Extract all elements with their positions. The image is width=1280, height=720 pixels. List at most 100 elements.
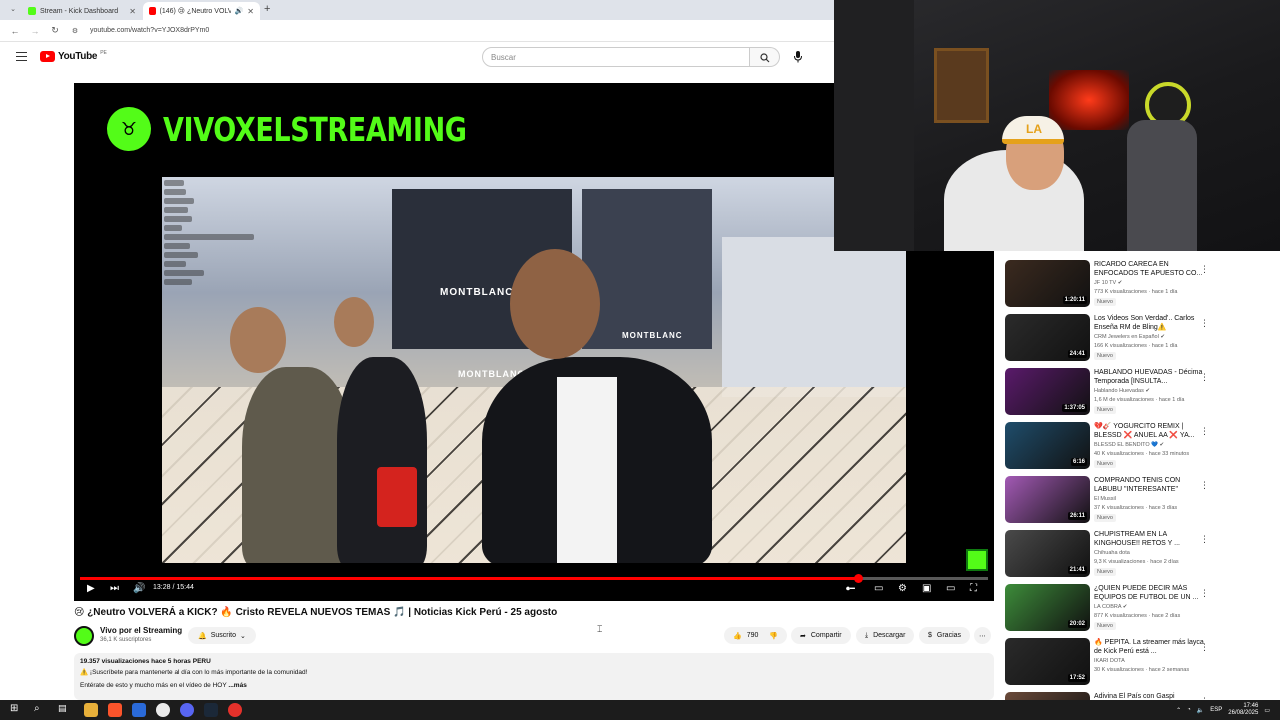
video-title[interactable]: ¿QUIEN PUEDE DECIR MÁS EQUIPOS DE FUTBOL…	[1094, 584, 1209, 602]
new-badge: Nuevo	[1094, 514, 1116, 522]
more-options-icon[interactable]: ⋮	[1200, 480, 1209, 491]
chrome-icon[interactable]	[156, 703, 170, 717]
network-icon[interactable]: ◔	[1187, 707, 1191, 713]
plus-icon[interactable]: +	[264, 3, 270, 15]
brave-browser-icon[interactable]	[108, 703, 122, 717]
forward-icon[interactable]: →	[30, 26, 40, 36]
neon-light	[1049, 70, 1129, 130]
speaker-icon[interactable]: 🔊	[235, 7, 244, 15]
back-icon[interactable]: ←	[10, 26, 20, 36]
download-button[interactable]: ⤓ Descargar	[856, 627, 915, 644]
clock[interactable]: 17:46 26/08/2025	[1228, 703, 1258, 717]
volume-icon[interactable]: 🔊	[133, 583, 145, 595]
fullscreen-icon[interactable]: ⛶	[970, 583, 977, 595]
channel-name[interactable]: Vivo por el Streaming	[100, 626, 182, 635]
clock-time: 17:46	[1243, 703, 1259, 709]
video-title[interactable]: COMPRANDO TENIS CON LABUBU "INTERESANTE"	[1094, 476, 1209, 494]
video-thumbnail[interactable]: 24:41	[1005, 314, 1090, 361]
miniplayer-icon[interactable]: ▣	[922, 583, 931, 595]
play-icon[interactable]: ▶	[87, 583, 95, 595]
shop-sign: MONTBLANC	[622, 331, 683, 340]
windows-start-icon[interactable]: ⊞	[10, 703, 24, 717]
site-info-icon[interactable]: ⚙	[70, 27, 80, 35]
share-button[interactable]: ➦ Compartir	[791, 627, 851, 644]
menu-icon[interactable]	[16, 52, 27, 61]
store-icon[interactable]	[132, 703, 146, 717]
recommendation-item[interactable]: 26:11 COMPRANDO TENIS CON LABUBU "INTERES…	[1005, 476, 1275, 526]
view-count: 773 K visualizaciones · hace 1 día	[1094, 289, 1178, 295]
search-input[interactable]: Buscar	[482, 47, 750, 67]
more-options-icon[interactable]: ⋮	[1200, 372, 1209, 383]
show-more-link[interactable]: ...más	[228, 682, 246, 689]
subtitles-icon[interactable]: ▭	[874, 583, 883, 595]
tab-kick-dashboard[interactable]: Stream - Kick Dashboard ✕	[22, 2, 142, 20]
recommendation-item[interactable]: 21:41 CHUPISTREAM EN LA KINGHOUSE!! RETOS…	[1005, 530, 1275, 580]
more-options-icon[interactable]: ⋮	[1200, 318, 1209, 329]
video-thumbnail[interactable]: 17:52	[1005, 638, 1090, 685]
steam-icon[interactable]	[204, 703, 218, 717]
more-options-icon[interactable]: ⋮	[1200, 534, 1209, 545]
obs-icon[interactable]	[228, 703, 242, 717]
thanks-button[interactable]: $ Gracias	[919, 627, 971, 644]
close-tab-icon[interactable]: ✕	[247, 7, 254, 16]
progress-bar[interactable]	[80, 574, 988, 583]
thumbs-up-icon: 👍	[733, 632, 742, 640]
video-thumbnail[interactable]	[1005, 692, 1090, 700]
discord-icon[interactable]	[180, 703, 194, 717]
task-view-icon[interactable]: ▤	[58, 703, 72, 717]
volume-icon[interactable]: 🔈	[1197, 707, 1204, 714]
like-button[interactable]: 👍 790 👎	[724, 627, 788, 644]
video-duration: 24:41	[1067, 350, 1087, 358]
youtube-logo[interactable]: YouTube PE	[40, 50, 107, 62]
video-title[interactable]: RICARDO CARECA EN ENFOCADOS TE APUESTO C…	[1094, 260, 1209, 278]
more-options-icon[interactable]: ⋮	[1200, 588, 1209, 599]
address-bar: ← → ↻ ⚙ youtube.com/watch?v=YJOX8drPYm0	[0, 20, 834, 42]
video-thumbnail[interactable]: 1:37:05	[1005, 368, 1090, 415]
dislike-icon[interactable]: 👎	[769, 632, 778, 640]
video-thumbnail[interactable]: 6:16	[1005, 422, 1090, 469]
recommendation-item[interactable]: 20:02 ¿QUIEN PUEDE DECIR MÁS EQUIPOS DE F…	[1005, 584, 1275, 634]
theater-mode-icon[interactable]: ▭	[946, 583, 955, 595]
chevron-up-icon[interactable]: ⌃	[1176, 707, 1181, 714]
recommendation-item[interactable]: 1:20:11 RICARDO CARECA EN ENFOCADOS TE AP…	[1005, 260, 1275, 310]
video-thumbnail[interactable]: 21:41	[1005, 530, 1090, 577]
scrubber-handle[interactable]	[854, 574, 864, 583]
more-options-icon[interactable]: ⋮	[1200, 426, 1209, 437]
more-actions-button[interactable]: ⋯	[974, 627, 991, 644]
video-title[interactable]: Adivina El País con Gaspi	[1094, 692, 1209, 700]
recommendation-item[interactable]: 24:41 Los Videos Son Verdad'.. Carlos Ens…	[1005, 314, 1275, 364]
url-field[interactable]: youtube.com/watch?v=YJOX8drPYm0	[90, 27, 209, 34]
video-thumbnail[interactable]: 20:02	[1005, 584, 1090, 631]
settings-icon[interactable]: ⚙	[898, 583, 907, 595]
file-explorer-icon[interactable]	[84, 703, 98, 717]
recommendation-item[interactable]: Adivina El País con Gaspi⋮	[1005, 692, 1275, 700]
notification-icon[interactable]: ▭	[1264, 707, 1270, 714]
tab-youtube-video[interactable]: (146) 😢 ¿Neutro VOLVERÁ 🔊 ✕	[143, 2, 260, 20]
search-icon[interactable]: ⌕	[34, 703, 48, 717]
tray-lang[interactable]: ESP	[1210, 707, 1222, 713]
recommendation-item[interactable]: 17:52 🔥 PEPITA. La streamer más layca de …	[1005, 638, 1275, 688]
recommendation-item[interactable]: 1:37:05 HABLANDO HUEVADAS - Décima Tempor…	[1005, 368, 1275, 418]
microphone-icon[interactable]	[793, 51, 803, 63]
video-thumbnail[interactable]: 1:20:11	[1005, 260, 1090, 307]
channel-avatar[interactable]	[74, 626, 94, 646]
video-title[interactable]: CHUPISTREAM EN LA KINGHOUSE!! RETOS Y ..…	[1094, 530, 1209, 548]
description-box[interactable]: 19.357 visualizaciones hace 5 horas PERU…	[74, 653, 994, 700]
recommendation-item[interactable]: 6:16 💔🎸 YOGURCITO REMIX | BLESSD ❌ ANUEL …	[1005, 422, 1275, 472]
video-title[interactable]: 🔥 PEPITA. La streamer más layca de Kick …	[1094, 638, 1209, 656]
video-title[interactable]: 💔🎸 YOGURCITO REMIX | BLESSD ❌ ANUEL AA ❌…	[1094, 422, 1209, 440]
more-icon: ⋯	[979, 632, 986, 640]
more-options-icon[interactable]: ⋮	[1200, 264, 1209, 275]
video-title[interactable]: HABLANDO HUEVADAS - Décima Temporada [IN…	[1094, 368, 1209, 386]
search-button[interactable]	[750, 47, 780, 67]
more-options-icon[interactable]: ⋮	[1200, 642, 1209, 653]
close-tab-icon[interactable]: ✕	[129, 7, 136, 16]
subscribe-button[interactable]: 🔔 Suscrito ⌄	[188, 627, 256, 644]
reload-icon[interactable]: ↻	[50, 25, 60, 36]
download-icon: ⤓	[865, 631, 869, 639]
video-thumbnail[interactable]: 26:11	[1005, 476, 1090, 523]
tab-search-icon[interactable]: ⌄	[8, 5, 18, 13]
video-title[interactable]: Los Videos Son Verdad'.. Carlos Enseña R…	[1094, 314, 1209, 332]
autoplay-toggle[interactable]: ⏺━	[846, 583, 855, 595]
next-icon[interactable]: ⏭	[110, 583, 119, 595]
